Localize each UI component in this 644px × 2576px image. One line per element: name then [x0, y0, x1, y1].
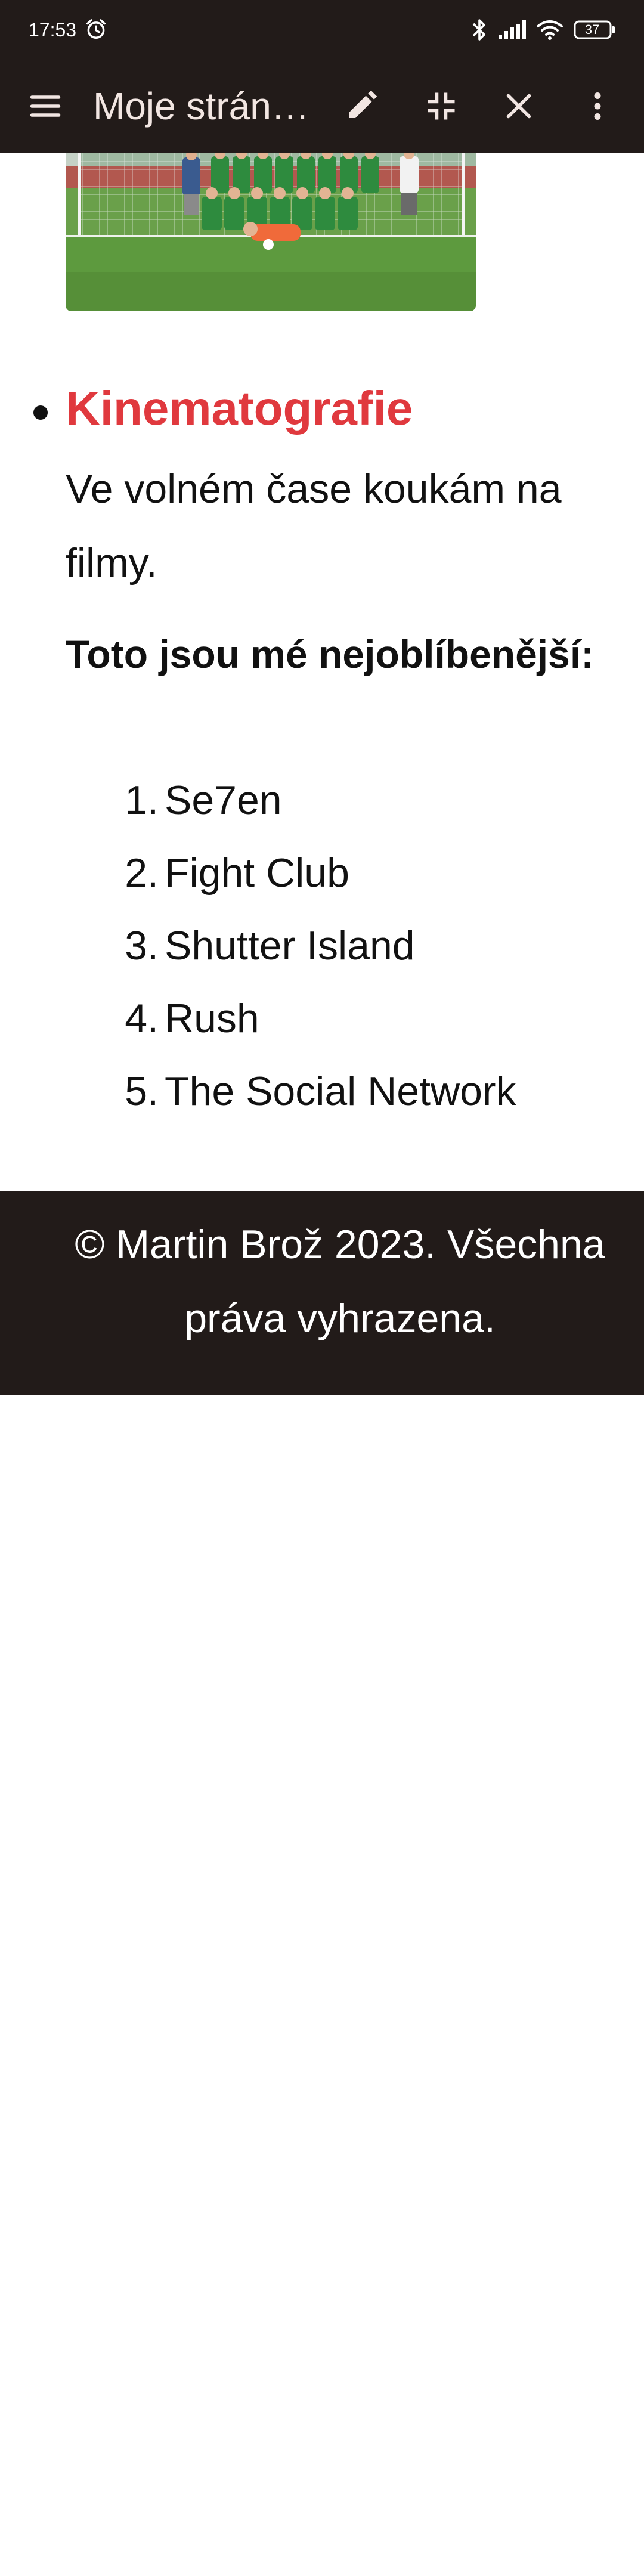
- list-item-title: Se7en: [165, 778, 282, 823]
- list-item: 2. Fight Club: [66, 837, 516, 909]
- signal-icon: [499, 20, 526, 39]
- list-item: 5. The Social Network: [66, 1055, 516, 1128]
- collapse-icon[interactable]: [423, 88, 459, 124]
- list-item-title: Fight Club: [165, 850, 349, 896]
- edit-icon[interactable]: [343, 88, 379, 124]
- close-icon[interactable]: [501, 88, 537, 124]
- list-item-number: 1.: [125, 778, 159, 823]
- list-item: 4. Rush: [66, 982, 516, 1055]
- alarm-icon: [86, 19, 106, 39]
- list-item-number: 5.: [125, 1069, 159, 1114]
- battery-level: 37: [584, 22, 600, 37]
- home-indicator[interactable]: [203, 2569, 441, 2576]
- wifi-icon: [537, 20, 563, 40]
- more-vert-icon[interactable]: [580, 88, 615, 124]
- page-title: Moje strán…: [93, 85, 309, 128]
- section-text: Ve volném čase koukám na filmy.: [66, 466, 562, 586]
- list-bullet: [33, 405, 48, 420]
- status-time: 17:53: [29, 19, 77, 41]
- list-item-title: The Social Network: [165, 1069, 516, 1114]
- app-bar: Moje strán…: [0, 60, 644, 153]
- list-item-number: 4.: [125, 996, 159, 1041]
- footer-copyright: © Martin Brož 2023. Všechna práva vyhraz…: [75, 1222, 605, 1341]
- list-item-number: 3.: [125, 923, 159, 968]
- battery-icon: 37: [574, 20, 615, 39]
- list-item: 1. Se7en: [66, 764, 516, 837]
- list-item: 3. Shutter Island: [66, 909, 516, 982]
- team-photo: [66, 153, 476, 311]
- section-heading: Kinematografie: [66, 382, 413, 435]
- page-footer: © Martin Brož 2023. Všechna práva vyhraz…: [0, 1191, 644, 2576]
- list-item-title: Shutter Island: [165, 923, 415, 968]
- status-icons: 37: [471, 17, 615, 43]
- status-bar: 17:53 37: [0, 0, 644, 60]
- menu-icon[interactable]: [27, 88, 63, 124]
- movie-list: 1. Se7en 2. Fight Club 3. Shutter Island 4.…: [66, 764, 516, 1128]
- list-item-number: 2.: [125, 850, 159, 896]
- bluetooth-icon: [472, 19, 485, 41]
- favorites-heading: Toto jsou mé nejoblíbenější:: [66, 632, 595, 676]
- list-item-title: Rush: [165, 996, 259, 1041]
